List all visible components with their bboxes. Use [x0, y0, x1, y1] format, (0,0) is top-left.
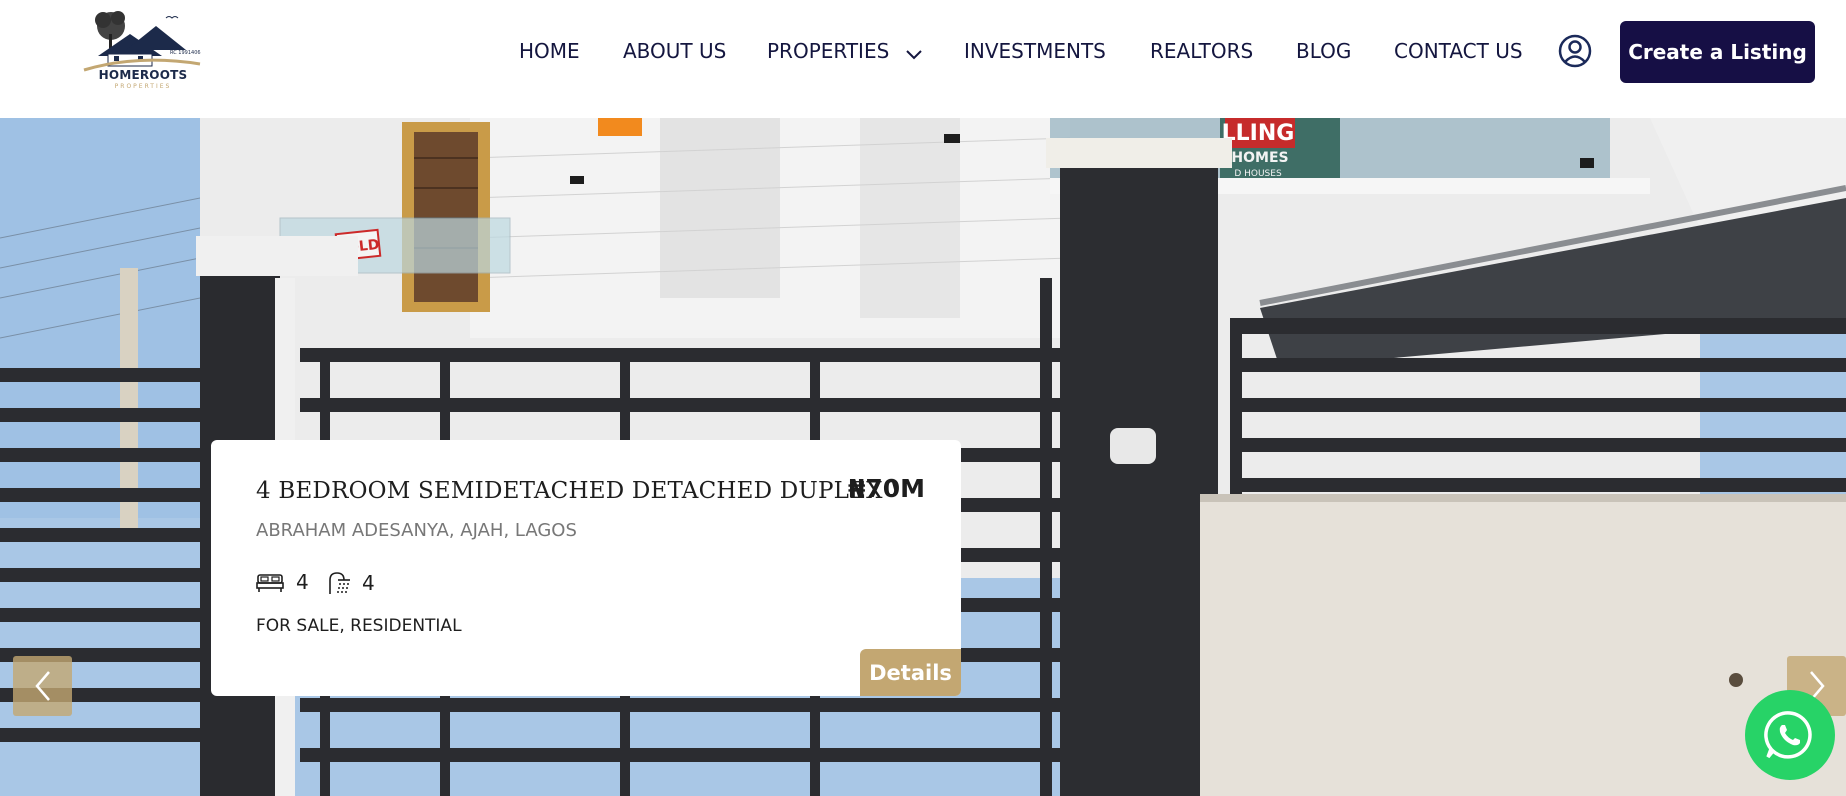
chevron-down-icon [905, 40, 922, 66]
logo-house-icon: RC 1991406 [83, 11, 201, 72]
nav-properties-label: PROPERTIES [767, 39, 890, 63]
bedrooms-count: 4 [296, 570, 309, 594]
whatsapp-chat-button[interactable] [1745, 690, 1835, 780]
nav-properties[interactable]: PROPERTIES [767, 38, 922, 66]
property-location: ABRAHAM ADESANYA, AJAH, LAGOS [256, 520, 577, 541]
nav-blog-label: BLOG [1296, 39, 1352, 63]
logo-subtitle: PROPERTIES [114, 83, 172, 90]
property-card: 4 BEDROOM SEMIDETACHED DETACHED DUPLEX W… [211, 440, 961, 696]
svg-text:LLING: LLING [1222, 121, 1295, 146]
slider-prev-button[interactable] [13, 656, 72, 716]
site-header: RC 1991406 HOMEROOTS PROPERTIES HOME ABO… [0, 0, 1846, 118]
logo-name: HOMEROOTS [98, 68, 188, 82]
chevron-left-icon [34, 671, 50, 701]
nav-home-label: HOME [519, 39, 580, 63]
site-logo[interactable]: RC 1991406 HOMEROOTS PROPERTIES [78, 4, 208, 94]
svg-text:HOMES: HOMES [1231, 150, 1288, 166]
bed-icon [256, 574, 284, 592]
nav-realtors-label: REALTORS [1150, 39, 1254, 63]
shower-icon [329, 572, 350, 594]
user-circle-icon[interactable] [1557, 33, 1593, 69]
nav-investments-label: INVESTMENTS [964, 39, 1106, 63]
nav-home[interactable]: HOME [519, 38, 580, 64]
create-listing-button[interactable]: Create a Listing [1620, 21, 1815, 83]
bathrooms-count: 4 [362, 571, 375, 595]
nav-about-label: ABOUT US [623, 39, 727, 63]
nav-realtors[interactable]: REALTORS [1150, 38, 1253, 64]
details-button[interactable]: Details [860, 649, 961, 696]
nav-about-us[interactable]: ABOUT US [623, 38, 726, 64]
property-price: ₦70M [848, 474, 926, 503]
bathrooms-feature: 4 [326, 570, 375, 596]
property-title[interactable]: 4 BEDROOM SEMIDETACHED DETACHED DUPLEX W… [256, 478, 896, 504]
nav-blog[interactable]: BLOG [1296, 38, 1351, 64]
property-type: FOR SALE, RESIDENTIAL [256, 616, 462, 636]
whatsapp-icon [1764, 711, 1812, 759]
svg-text:D HOUSES: D HOUSES [1234, 169, 1282, 179]
svg-text:RC 1991406: RC 1991406 [170, 50, 201, 56]
nav-contact-us[interactable]: CONTACT US [1394, 38, 1523, 64]
nav-contact-label: CONTACT US [1394, 39, 1523, 63]
nav-investments[interactable]: INVESTMENTS [964, 38, 1106, 64]
bedrooms-feature: 4 [256, 570, 309, 594]
